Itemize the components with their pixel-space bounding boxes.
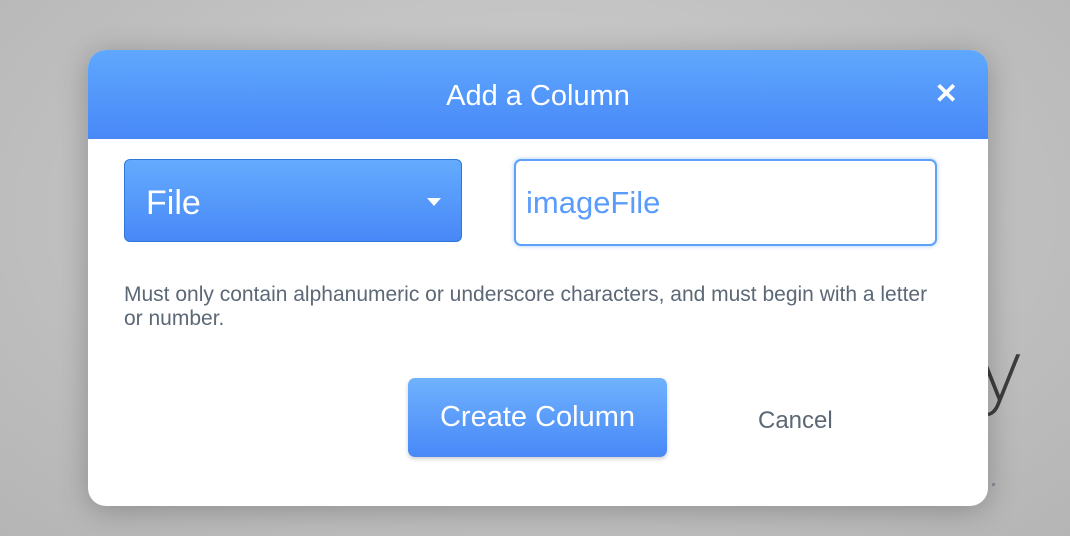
help-text: Must only contain alphanumeric or unders… bbox=[124, 283, 928, 330]
column-type-select[interactable]: File bbox=[124, 159, 462, 242]
cancel-button[interactable]: Cancel bbox=[758, 407, 833, 435]
column-name-input[interactable] bbox=[514, 159, 937, 246]
add-column-dialog: Add a Column ✕ File Must only contain al… bbox=[88, 50, 988, 506]
chevron-down-icon bbox=[427, 198, 441, 206]
create-column-button[interactable]: Create Column bbox=[408, 378, 667, 457]
background-dot bbox=[992, 483, 995, 486]
dialog-title: Add a Column bbox=[446, 80, 630, 112]
column-type-value: File bbox=[146, 184, 201, 222]
close-icon[interactable]: ✕ bbox=[935, 80, 958, 108]
dialog-header: Add a Column ✕ bbox=[88, 50, 988, 139]
